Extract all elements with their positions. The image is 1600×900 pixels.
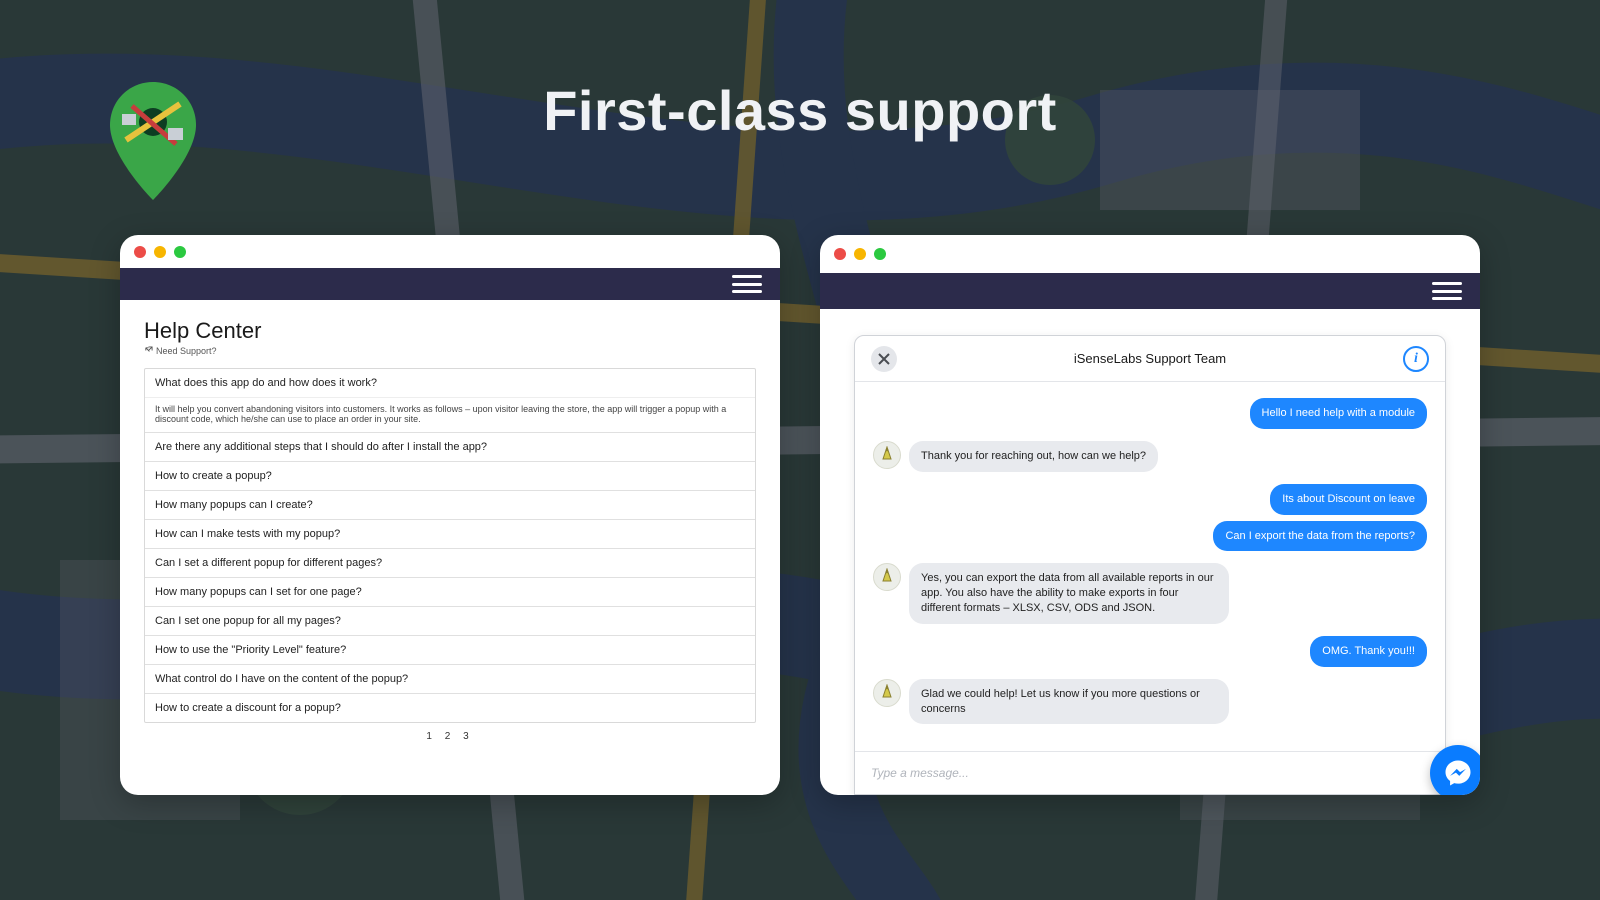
message-row: Hello I need help with a module xyxy=(873,398,1427,429)
help-center-heading: Help Center xyxy=(144,318,756,344)
minimize-dot[interactable] xyxy=(154,246,166,258)
faq-item[interactable]: Can I set a different popup for differen… xyxy=(145,548,755,577)
zoom-dot[interactable] xyxy=(874,248,886,260)
message-row: Yes, you can export the data from all av… xyxy=(873,563,1427,624)
agent-avatar xyxy=(873,563,901,591)
chat-input-area xyxy=(855,751,1445,794)
message-row: OMG. Thank you!!! xyxy=(873,636,1427,667)
faq-item[interactable]: How to create a discount for a popup? xyxy=(145,693,755,722)
window-controls xyxy=(120,235,780,268)
faq-item[interactable]: How to create a popup? xyxy=(145,461,755,490)
page-title: First-class support xyxy=(0,78,1600,143)
message-row: Can I export the data from the reports? xyxy=(873,521,1427,552)
faq-item[interactable]: How many popups can I set for one page? xyxy=(145,577,755,606)
close-chat-button[interactable] xyxy=(871,346,897,372)
faq-item[interactable]: How to use the "Priority Level" feature? xyxy=(145,635,755,664)
help-center-window: Help Center Need Support? What does this… xyxy=(120,235,780,795)
chat-window: iSenseLabs Support Team i Hello I need h… xyxy=(820,235,1480,795)
agent-message: Glad we could help! Let us know if you m… xyxy=(909,679,1229,725)
info-icon: i xyxy=(1414,351,1418,367)
chat-title: iSenseLabs Support Team xyxy=(1074,351,1226,366)
faq-item[interactable]: What does this app do and how does it wo… xyxy=(145,369,755,397)
window-controls xyxy=(820,235,1480,273)
agent-avatar xyxy=(873,679,901,707)
close-dot[interactable] xyxy=(834,248,846,260)
map-pin-logo xyxy=(110,82,196,205)
message-row: Thank you for reaching out, how can we h… xyxy=(873,441,1427,472)
menu-icon[interactable] xyxy=(732,275,762,293)
agent-message: Yes, you can export the data from all av… xyxy=(909,563,1229,624)
agent-avatar xyxy=(873,441,901,469)
info-button[interactable]: i xyxy=(1403,346,1429,372)
messenger-fab[interactable] xyxy=(1430,745,1480,795)
chat-panel: iSenseLabs Support Team i Hello I need h… xyxy=(854,335,1446,795)
app-navbar xyxy=(820,273,1480,309)
close-icon xyxy=(878,353,890,365)
user-message: OMG. Thank you!!! xyxy=(1310,636,1427,667)
faq-item[interactable]: Can I set one popup for all my pages? xyxy=(145,606,755,635)
message-list: Hello I need help with a module Thank you… xyxy=(855,382,1445,751)
faq-answer: It will help you convert abandoning visi… xyxy=(145,397,755,432)
faq-item[interactable]: What control do I have on the content of… xyxy=(145,664,755,693)
agent-message: Thank you for reaching out, how can we h… xyxy=(909,441,1158,472)
app-navbar xyxy=(120,268,780,300)
message-row: Its about Discount on leave xyxy=(873,484,1427,515)
need-support-link[interactable]: Need Support? xyxy=(144,346,756,356)
user-message: Its about Discount on leave xyxy=(1270,484,1427,515)
message-input[interactable] xyxy=(871,766,1429,780)
messenger-icon xyxy=(1443,758,1473,788)
minimize-dot[interactable] xyxy=(854,248,866,260)
message-row: Glad we could help! Let us know if you m… xyxy=(873,679,1427,725)
page-link[interactable]: 3 xyxy=(463,731,474,742)
page-link[interactable]: 2 xyxy=(445,731,456,742)
close-dot[interactable] xyxy=(134,246,146,258)
faq-list: What does this app do and how does it wo… xyxy=(144,368,756,723)
user-message: Can I export the data from the reports? xyxy=(1213,521,1427,552)
menu-icon[interactable] xyxy=(1432,282,1462,300)
faq-item[interactable]: How many popups can I create? xyxy=(145,490,755,519)
user-message: Hello I need help with a module xyxy=(1250,398,1427,429)
page-link[interactable]: 1 xyxy=(426,731,437,742)
external-link-icon xyxy=(144,346,153,355)
zoom-dot[interactable] xyxy=(174,246,186,258)
faq-item[interactable]: Are there any additional steps that I sh… xyxy=(145,432,755,461)
faq-item[interactable]: How can I make tests with my popup? xyxy=(145,519,755,548)
pagination: 1 2 3 xyxy=(144,723,756,744)
